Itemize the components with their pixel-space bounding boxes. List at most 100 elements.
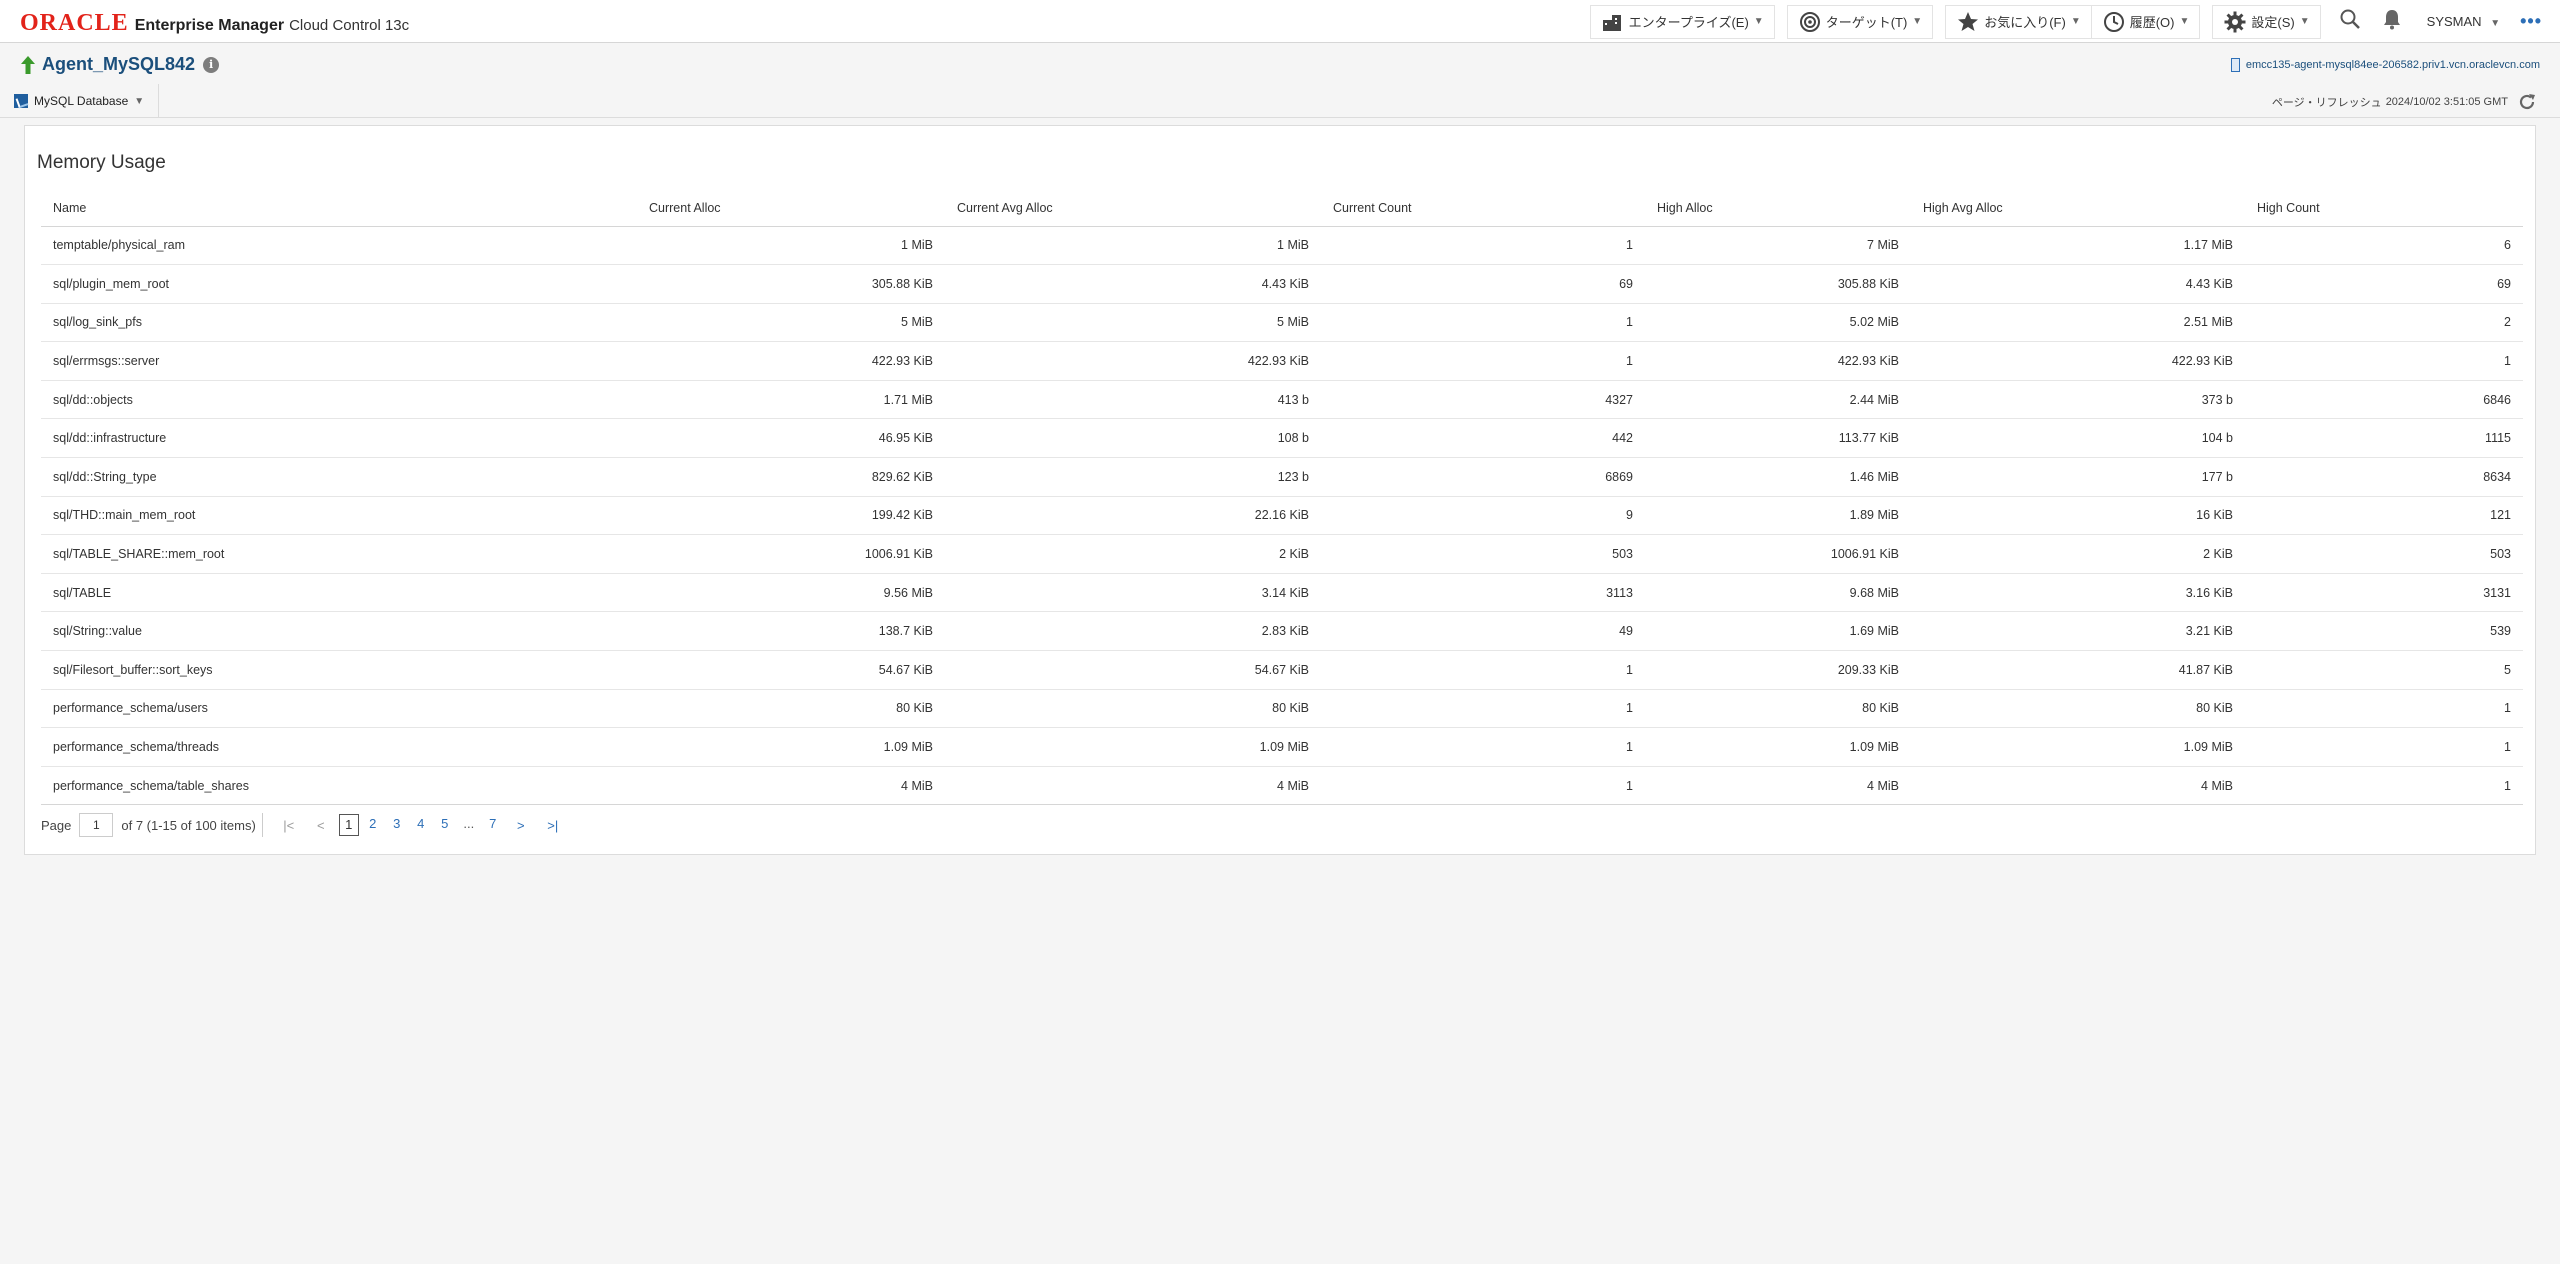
refresh-label: ページ・リフレッシュ	[2271, 97, 2382, 109]
table-cell: 4.43 KiB	[945, 264, 1321, 304]
mysql-database-menu[interactable]: MySQL Database ▼	[14, 84, 160, 118]
table-cell: 80 KiB	[1911, 689, 2245, 729]
table-cell: 49	[1321, 611, 1645, 652]
target-header: Agent_MySQL842 i emcc135-agent-mysql84ee…	[0, 44, 2560, 84]
brand-logo[interactable]: ORACLE Enterprise Manager Cloud Control …	[20, 10, 409, 37]
table-row[interactable]: sql/dd::objects 1.71 MiB 413 b 4327 2.44 MiB…	[41, 380, 2523, 420]
product-name: Enterprise Manager	[134, 17, 285, 34]
mysql-database-menu-label: MySQL Database	[34, 94, 129, 108]
enterprise-menu[interactable]: エンタープライズ(E) ▼	[1589, 4, 1775, 39]
product-edition: Cloud Control 13c	[289, 17, 410, 34]
table-row[interactable]: sql/TABLE_SHARE::mem_root 1006.91 KiB 2 Ki…	[41, 534, 2523, 574]
target-title: Agent_MySQL842 i	[20, 54, 220, 75]
table-cell: 305.88 KiB	[637, 264, 945, 304]
table-header-row: Name Current Alloc Current Avg Alloc Curren…	[41, 190, 2523, 227]
page-ellipsis: ...	[463, 816, 475, 831]
host-name: emcc135-agent-mysql84ee-206582.priv1.vcn…	[2245, 59, 2540, 71]
table-cell: 41.87 KiB	[1911, 650, 2245, 690]
column-header[interactable]: Current Count	[1321, 190, 1645, 227]
table-row[interactable]: sql/THD::main_mem_root 199.42 KiB 22.16 Ki…	[41, 496, 2523, 536]
chevron-down-icon: ▼	[1912, 16, 1923, 27]
prev-page-button[interactable]: <	[310, 818, 332, 833]
column-header[interactable]: High Alloc	[1645, 190, 1911, 227]
targets-menu[interactable]: ターゲット(T) ▼	[1786, 4, 1934, 39]
targets-menu-label: ターゲット(T)	[1825, 15, 1908, 30]
column-header[interactable]: Name	[41, 190, 637, 227]
star-icon	[1956, 10, 1980, 34]
table-cell: 1	[2245, 689, 2523, 729]
table-cell: 7 MiB	[1645, 226, 1911, 266]
column-header[interactable]: Current Avg Alloc	[945, 190, 1321, 227]
memory-name-cell: sql/errmsgs::server	[41, 341, 637, 381]
table-cell: 6869	[1321, 457, 1645, 497]
divider	[261, 813, 263, 837]
table-cell: 1	[2245, 727, 2523, 767]
table-cell: 5 MiB	[637, 303, 945, 343]
info-icon[interactable]: i	[203, 56, 220, 73]
table-cell: 80 KiB	[945, 689, 1321, 729]
global-menus: エンタープライズ(E) ▼ ターゲット(T) ▼ お気に入り(F) ▼ 履歴(O…	[1589, 0, 2560, 43]
user-menu[interactable]: SYSMAN ▼	[2427, 14, 2500, 29]
table-cell: 4 MiB	[637, 766, 945, 806]
table-cell: 113.77 KiB	[1645, 418, 1911, 459]
table-cell: 199.42 KiB	[637, 496, 945, 536]
page-link[interactable]: 2	[363, 814, 383, 836]
table-cell: 4.43 KiB	[1911, 264, 2245, 304]
table-cell: 4 MiB	[1645, 766, 1911, 806]
table-cell: 1	[1321, 226, 1645, 266]
table-cell: 1	[1321, 303, 1645, 343]
target-name[interactable]: Agent_MySQL842	[42, 54, 195, 75]
table-cell: 1.71 MiB	[637, 380, 945, 420]
column-header[interactable]: High Count	[2245, 190, 2523, 227]
last-page-button[interactable]: >|	[542, 818, 564, 833]
table-cell: 1	[2245, 766, 2523, 806]
memory-name-cell: sql/dd::objects	[41, 380, 637, 420]
table-cell: 305.88 KiB	[1645, 264, 1911, 304]
table-row[interactable]: sql/TABLE 9.56 MiB 3.14 KiB 3113 9.68 MiB 3.1…	[41, 573, 2523, 613]
table-cell: 5.02 MiB	[1645, 303, 1911, 343]
table-row[interactable]: sql/dd::infrastructure 46.95 KiB 108 b 442 1…	[41, 418, 2523, 459]
first-page-button[interactable]: |<	[278, 818, 300, 833]
page-link[interactable]: 5	[435, 814, 455, 836]
table-row[interactable]: sql/plugin_mem_root 305.88 KiB 4.43 KiB 69 3…	[41, 264, 2523, 304]
column-header[interactable]: High Avg Alloc	[1911, 190, 2245, 227]
enterprise-icon	[1601, 10, 1625, 34]
column-header[interactable]: Current Alloc	[637, 190, 945, 227]
table-cell: 1.89 MiB	[1645, 496, 1911, 536]
favorites-menu[interactable]: お気に入り(F) ▼	[1945, 4, 2091, 39]
table-cell: 9	[1321, 496, 1645, 536]
page-link[interactable]: 1	[338, 814, 359, 836]
table-row[interactable]: sql/log_sink_pfs 5 MiB 5 MiB 1 5.02 MiB 2.51 …	[41, 303, 2523, 343]
table-row[interactable]: sql/String::value 138.7 KiB 2.83 KiB 49 1.69…	[41, 611, 2523, 652]
table-cell: 3131	[2245, 573, 2523, 613]
page-number-input[interactable]	[79, 813, 114, 837]
table-row[interactable]: performance_schema/users 80 KiB 80 KiB 1 80 …	[41, 689, 2523, 729]
table-row[interactable]: sql/errmsgs::server 422.93 KiB 422.93 KiB 1…	[41, 341, 2523, 381]
server-icon	[2230, 58, 2240, 72]
refresh-button[interactable]	[2516, 91, 2538, 113]
history-menu-label: 履歴(O)	[2129, 15, 2175, 30]
status-up-arrow-icon	[20, 55, 36, 75]
setup-menu-label: 設定(S)	[2251, 15, 2295, 30]
notifications-button[interactable]	[2375, 5, 2409, 39]
table-cell: 6846	[2245, 380, 2523, 420]
host-link[interactable]: emcc135-agent-mysql84ee-206582.priv1.vcn…	[2230, 58, 2540, 72]
table-row[interactable]: sql/Filesort_buffer::sort_keys 54.67 KiB 5…	[41, 650, 2523, 690]
next-page-button[interactable]: >	[510, 818, 532, 833]
more-menu-button[interactable]: •••	[2520, 11, 2542, 32]
page-link[interactable]: 4	[411, 814, 431, 836]
table-cell: 1115	[2245, 418, 2523, 459]
table-row[interactable]: sql/dd::String_type 829.62 KiB 123 b 6869 1.…	[41, 457, 2523, 497]
table-cell: 1	[1321, 689, 1645, 729]
table-cell: 2.51 MiB	[1911, 303, 2245, 343]
table-row[interactable]: performance_schema/threads 1.09 MiB 1.09 M…	[41, 727, 2523, 767]
page-link[interactable]: 7	[483, 814, 503, 836]
table-row[interactable]: temptable/physical_ram 1 MiB 1 MiB 1 7 MiB 1.…	[41, 226, 2523, 266]
search-button[interactable]	[2333, 5, 2367, 39]
page-link[interactable]: 3	[387, 814, 407, 836]
table-cell: 80 KiB	[1645, 689, 1911, 729]
table-row[interactable]: performance_schema/table_shares 4 MiB 4 Mi…	[41, 766, 2523, 806]
table-cell: 1006.91 KiB	[1645, 534, 1911, 574]
setup-menu[interactable]: 設定(S) ▼	[2212, 4, 2321, 39]
history-menu[interactable]: 履歴(O) ▼	[2090, 4, 2201, 39]
